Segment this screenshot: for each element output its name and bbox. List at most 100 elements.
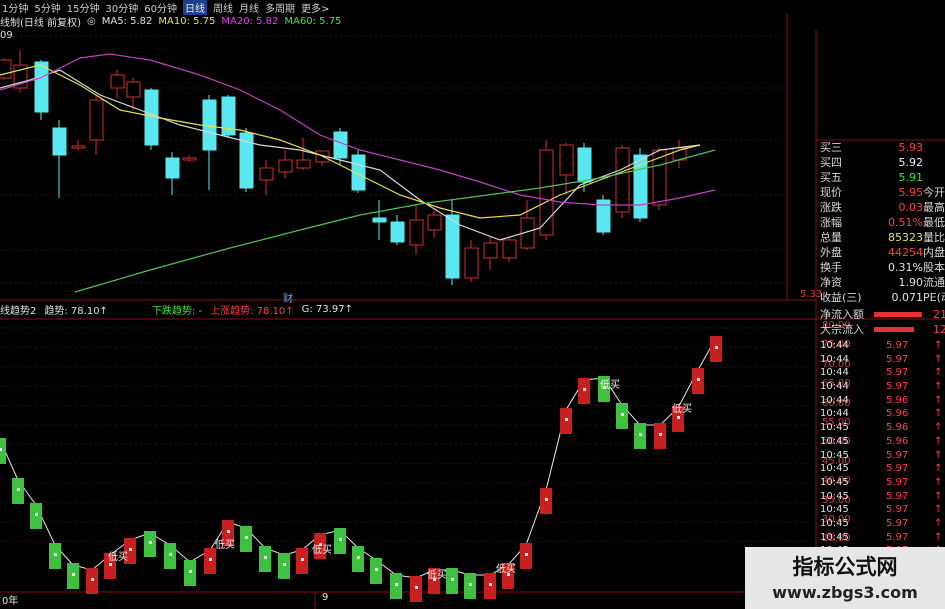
- indicator-dot: [639, 433, 642, 436]
- indicator-up: 上涨趋势: 78.10↑: [210, 306, 294, 317]
- quote-value: 0.31%: [888, 261, 923, 274]
- quote-right-label: 股本: [923, 261, 945, 274]
- tick-price: 5.97: [886, 517, 909, 529]
- quote-value: 1.90: [898, 276, 924, 289]
- quote-row: 换手 0.31% 股本: [816, 260, 945, 275]
- tick-arrow: ↑: [934, 381, 943, 393]
- indicator-dot: [451, 578, 454, 581]
- tick-arrow: ↑: [934, 394, 943, 406]
- quote-row: 买三 5.93: [816, 140, 945, 155]
- candle-body: [409, 219, 424, 246]
- tick-row: 10:45 5.97 ↑: [816, 462, 945, 476]
- indicator-dot: [91, 578, 94, 581]
- quote-panel: 买三 5.93 买四 5.92 买五 5.91 现价 5.95 今开 涨跌 0.03 最高 涨幅 0.51…: [816, 140, 945, 609]
- candle-body: [390, 221, 405, 243]
- quote-value: 5.95: [898, 186, 924, 199]
- indicator-dot: [375, 568, 378, 571]
- tick-arrow: ↑: [934, 422, 943, 434]
- tick-price: 5.97: [886, 367, 909, 379]
- tick-row: 10:45 5.97 ↑: [816, 449, 945, 463]
- tick-time: 10:44: [820, 353, 849, 365]
- candle-body: [202, 99, 217, 151]
- tick-arrow: ↑: [934, 490, 943, 502]
- tick-row: 10:44 5.96 ↑: [816, 394, 945, 408]
- quote-right-label: 内盘: [923, 246, 945, 259]
- watermark-url: www.zbgs3.com: [772, 583, 918, 602]
- candle-body: [0, 59, 12, 79]
- indicator-dot: [189, 570, 192, 573]
- indicator-dot: [659, 433, 662, 436]
- tick-arrow: ↑: [934, 367, 943, 379]
- tick-row: 10:45 5.97 ↑: [816, 517, 945, 531]
- quote-label: 总量: [820, 231, 842, 244]
- candle-body: [464, 247, 479, 279]
- indicator-line: [0, 337, 717, 579]
- candle-body: [52, 127, 67, 156]
- quote-right-label: 量比: [923, 231, 945, 244]
- indicator-dot: [525, 553, 528, 556]
- quote-label: 涨跌: [820, 201, 842, 214]
- quote-label: 换手: [820, 261, 842, 274]
- candle-body: [71, 145, 86, 149]
- tick-row: 10:44 5.97 ↑: [816, 380, 945, 394]
- tick-arrow: ↑: [934, 449, 943, 461]
- indicator-dot: [169, 553, 172, 556]
- tick-time: 10:45: [820, 463, 849, 475]
- quote-label: 买三: [820, 141, 842, 154]
- quote-value: 5.91: [898, 171, 924, 184]
- quote-label: 涨幅: [820, 216, 842, 229]
- tick-time: 10:45: [820, 531, 849, 543]
- buy-signal-label: 低买: [215, 538, 235, 551]
- candle-body: [539, 149, 554, 236]
- indicator-dot: [545, 498, 548, 501]
- flow-row: 大宗流入 12: [816, 322, 945, 337]
- indicator-dot: [72, 573, 75, 576]
- tick-price: 5.96: [886, 394, 909, 406]
- quote-label: 买五: [820, 171, 842, 184]
- candle-body: [559, 144, 574, 176]
- candle-body: [110, 74, 125, 89]
- indicator-dot: [621, 413, 624, 416]
- indicator-dot: [149, 541, 152, 544]
- quote-row: 现价 5.95 今开: [816, 185, 945, 200]
- tick-row: 10:45 5.97 ↑: [816, 490, 945, 504]
- price-top-label: 09: [0, 30, 13, 41]
- watermark-title: 指标公式网: [792, 555, 898, 579]
- buy-signal-label: 低买: [672, 402, 692, 415]
- indicator-dot: [264, 556, 267, 559]
- tick-arrow: ↑: [934, 435, 943, 447]
- tick-price: 5.97: [886, 353, 909, 365]
- indicator-dot: [0, 448, 2, 451]
- tick-time: 10:44: [820, 340, 849, 351]
- quote-row: 收益(三) 0.071PE(动): [816, 290, 945, 305]
- tick-time: 10:44: [820, 408, 849, 420]
- indicator-dot: [489, 583, 492, 586]
- tick-arrow: ↑: [934, 504, 943, 516]
- tick-price: 5.97: [886, 531, 909, 543]
- quote-right-label: PE(动): [923, 291, 945, 304]
- indicator-name: 线趋势2: [0, 306, 37, 317]
- quote-row: 外盘 44254 内盘: [816, 245, 945, 260]
- quote-value: 5.92: [898, 156, 924, 169]
- candle-body: [577, 147, 592, 183]
- candle-body: [182, 157, 197, 161]
- tick-time: 10:45: [820, 476, 849, 488]
- quote-label: 净资: [820, 276, 842, 289]
- candle-body: [278, 159, 293, 173]
- buy-signal-label: 低买: [427, 568, 447, 581]
- quote-value: 0.51%: [888, 216, 923, 229]
- ma-line: [0, 69, 701, 241]
- tick-price: 5.97: [886, 449, 909, 461]
- indicator-dot: [245, 536, 248, 539]
- indicator-dot: [357, 556, 360, 559]
- quote-value: 5.93: [898, 141, 924, 154]
- candle-body: [372, 217, 387, 223]
- tick-time: 10:44: [820, 381, 849, 393]
- tick-arrow: ↑: [934, 408, 943, 420]
- quote-row: 买四 5.92: [816, 155, 945, 170]
- flow-label: 大宗流入: [820, 323, 864, 336]
- flow-bar: [874, 327, 914, 332]
- candle-body: [259, 167, 274, 181]
- candle-body: [483, 242, 498, 259]
- quote-value: 44254: [888, 246, 923, 259]
